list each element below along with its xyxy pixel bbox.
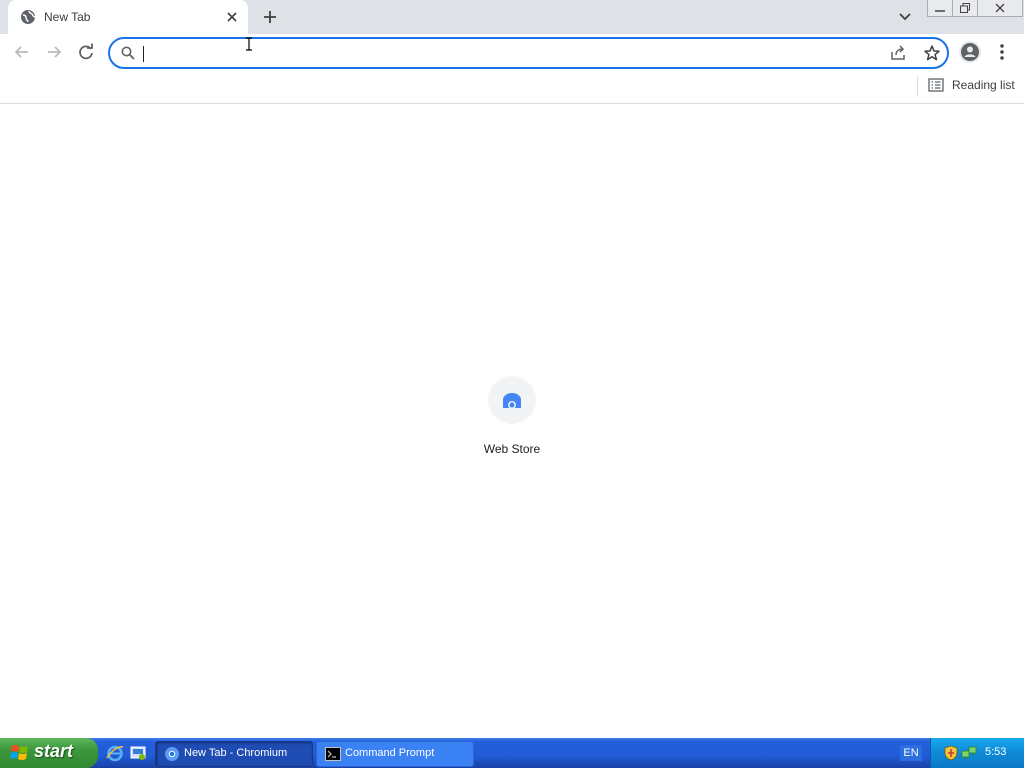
- plus-icon[interactable]: [261, 8, 279, 26]
- close-window-button[interactable]: [977, 0, 1023, 17]
- chromium-icon: [165, 747, 179, 761]
- address-input[interactable]: [142, 43, 886, 65]
- shortcut-web-store[interactable]: Web Store: [472, 376, 552, 456]
- windows-logo-icon: [10, 745, 28, 760]
- clock: 5:53: [985, 746, 1007, 758]
- kebab-menu-icon[interactable]: [995, 42, 1009, 62]
- chevron-down-icon[interactable]: [896, 9, 914, 25]
- close-icon[interactable]: [224, 9, 240, 25]
- new-tab-page: Web Store: [0, 104, 1024, 738]
- internet-explorer-icon[interactable]: [106, 744, 124, 762]
- show-desktop-icon[interactable]: [129, 744, 147, 762]
- start-label: start: [34, 741, 74, 761]
- shortcut-icon-container: [488, 376, 536, 424]
- network-icon[interactable]: [961, 745, 977, 761]
- separator: [917, 76, 918, 96]
- taskbar-item-chromium[interactable]: New Tab - Chromium: [155, 741, 313, 767]
- profile-button[interactable]: [959, 41, 981, 63]
- share-icon[interactable]: [890, 45, 908, 61]
- taskbar-item-label: New Tab - Chromium: [184, 747, 288, 759]
- web-store-icon: [503, 393, 521, 409]
- search-icon: [121, 46, 135, 60]
- reading-list-label: Reading list: [952, 78, 1015, 92]
- reading-list-icon: [928, 78, 944, 92]
- bookmarks-bar: Reading list: [0, 70, 1024, 104]
- minimize-icon: [935, 10, 945, 12]
- taskbar-item-command-prompt[interactable]: Command Prompt: [316, 741, 474, 767]
- text-caret: [143, 46, 144, 62]
- text-cursor-icon: [246, 37, 252, 51]
- arrow-right-icon[interactable]: [44, 42, 64, 62]
- browser-toolbar: [0, 34, 1024, 70]
- taskbar: start New Tab - Chromium Command Prompt …: [0, 738, 1024, 768]
- person-icon: [961, 43, 979, 61]
- tab-strip: New Tab: [0, 0, 1024, 34]
- shortcut-label: Web Store: [483, 442, 541, 456]
- arrow-left-icon[interactable]: [12, 42, 32, 62]
- tab-new-tab[interactable]: New Tab: [8, 0, 248, 34]
- cmd-icon: [325, 747, 341, 761]
- system-tray: 5:53: [930, 738, 1024, 768]
- close-icon: [995, 3, 1005, 13]
- star-icon[interactable]: [923, 44, 941, 62]
- minimize-button[interactable]: [927, 0, 953, 17]
- restore-icon: [960, 3, 970, 13]
- globe-icon: [21, 10, 36, 24]
- reload-icon[interactable]: [76, 42, 96, 62]
- restore-button[interactable]: [952, 0, 978, 17]
- address-bar[interactable]: [108, 37, 949, 69]
- security-shield-icon[interactable]: [943, 745, 959, 761]
- start-button[interactable]: start: [0, 738, 98, 768]
- taskbar-item-label: Command Prompt: [345, 747, 435, 759]
- tab-title: New Tab: [44, 10, 91, 24]
- language-indicator[interactable]: EN: [900, 745, 922, 761]
